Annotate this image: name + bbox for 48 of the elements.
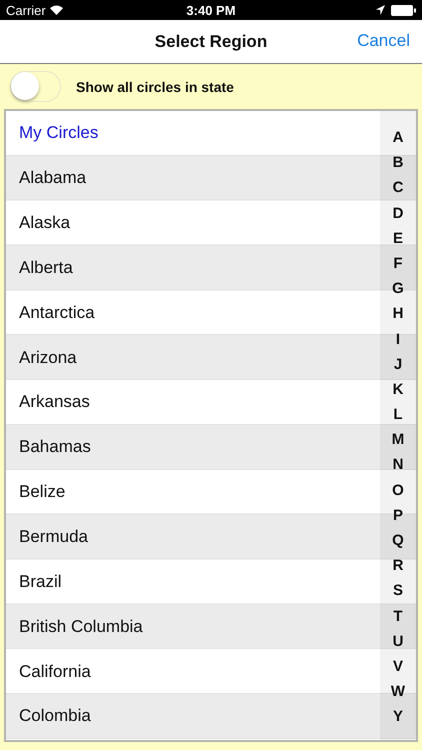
section-index-bar[interactable]: A B C D E F G H I J K L M N O P Q R S T U V W Y xyxy=(380,111,416,740)
list-item[interactable]: Alabama xyxy=(6,156,380,201)
index-letter[interactable]: F xyxy=(393,250,403,276)
list-header-item[interactable]: My Circles xyxy=(6,111,380,156)
list-item[interactable]: Arkansas xyxy=(6,380,380,425)
index-letter[interactable]: H xyxy=(392,301,404,326)
index-letter[interactable]: I xyxy=(396,326,400,352)
location-arrow-icon xyxy=(376,5,385,15)
list-item[interactable]: Antarctica xyxy=(6,290,380,336)
index-letter[interactable]: G xyxy=(392,276,404,302)
toggle-label: Show all circles in state xyxy=(76,78,234,94)
toggle-switch[interactable] xyxy=(10,71,61,102)
index-letter[interactable]: U xyxy=(392,628,404,654)
index-letter[interactable]: N xyxy=(392,452,404,478)
index-letter[interactable]: B xyxy=(392,150,404,176)
index-letter[interactable]: T xyxy=(393,604,403,629)
index-letter[interactable]: A xyxy=(392,125,404,150)
list-item[interactable]: Brazil xyxy=(6,559,380,604)
list-item[interactable]: Alberta xyxy=(6,246,380,290)
index-letter[interactable]: K xyxy=(392,376,404,402)
list-item[interactable]: Bermuda xyxy=(6,514,380,560)
list-item[interactable]: Colombia xyxy=(6,694,380,739)
index-letter[interactable]: O xyxy=(392,478,404,503)
cancel-button[interactable]: Cancel xyxy=(357,31,410,51)
list-item[interactable]: California xyxy=(6,649,380,694)
list-item[interactable]: Arizona xyxy=(6,335,380,380)
index-letter[interactable]: S xyxy=(392,578,403,604)
list-item[interactable]: Belize xyxy=(6,470,380,515)
index-letter[interactable]: L xyxy=(393,402,403,428)
screen-title: Select Region xyxy=(154,32,268,52)
index-letter[interactable]: V xyxy=(392,654,403,680)
clock: 3:40 PM xyxy=(186,2,236,18)
index-letter[interactable]: P xyxy=(392,502,403,528)
index-letter[interactable]: J xyxy=(394,352,402,377)
carrier-label: Carrier xyxy=(6,2,46,18)
battery-icon xyxy=(391,4,416,16)
index-letter[interactable]: D xyxy=(392,200,404,226)
list-item[interactable]: Bahamas xyxy=(6,424,380,470)
list-item[interactable]: British Columbia xyxy=(6,604,380,650)
index-letter[interactable]: W xyxy=(390,679,406,704)
list-item[interactable]: Alaska xyxy=(6,200,380,246)
index-letter[interactable]: R xyxy=(392,553,404,578)
index-letter[interactable]: E xyxy=(392,226,403,251)
index-letter[interactable]: M xyxy=(392,427,404,452)
wifi-icon xyxy=(50,5,63,15)
index-letter[interactable]: C xyxy=(392,175,404,201)
index-letter[interactable]: Q xyxy=(392,528,404,554)
index-letter[interactable]: Y xyxy=(392,704,403,730)
